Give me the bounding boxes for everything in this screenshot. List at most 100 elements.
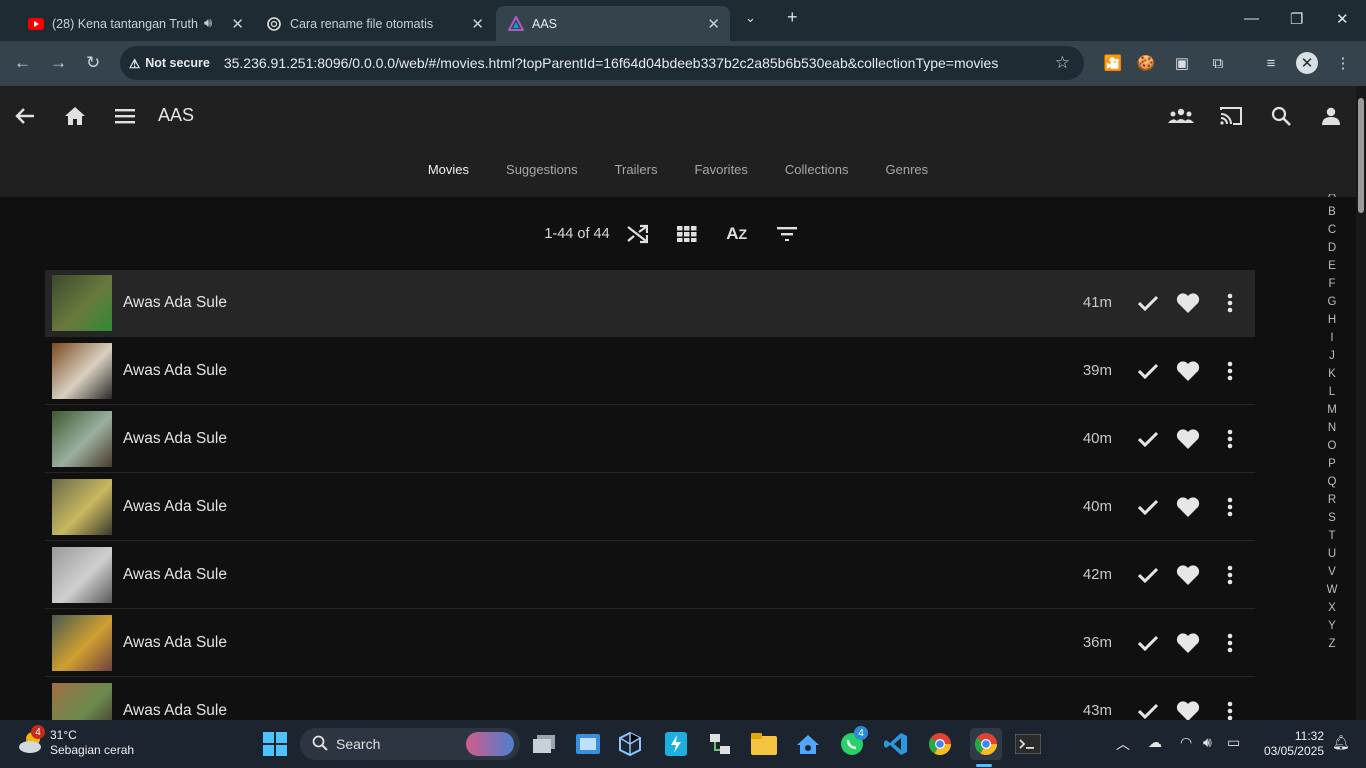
movie-title[interactable]: Awas Ada Sule [123,294,227,312]
task-view-icon[interactable] [530,730,558,758]
alphabet-letter[interactable]: A [1322,194,1342,203]
tab-movies[interactable]: Movies [409,162,487,177]
played-check-icon[interactable] [1135,630,1161,656]
browser-menu-icon[interactable]: ⋮ [1332,52,1354,74]
chrome-icon[interactable] [926,730,954,758]
scrollbar-thumb[interactable] [1358,98,1364,213]
alphabet-letter[interactable]: Q [1322,473,1342,491]
sort-az-icon[interactable]: AZ [724,221,750,247]
tab-search-icon[interactable]: ⌄ [745,10,756,26]
address-bar[interactable]: ⚠ Not secure 35.236.91.251:8096/0.0.0.0/… [120,46,1084,80]
list-item[interactable]: Awas Ada Sule 40m [45,406,1255,473]
alphabet-letter[interactable]: T [1322,527,1342,545]
more-options-icon[interactable] [1217,358,1243,384]
alphabet-letter[interactable]: R [1322,491,1342,509]
alphabet-letter[interactable]: O [1322,437,1342,455]
alphabet-letter[interactable]: Y [1322,617,1342,635]
search-icon[interactable] [1267,102,1295,130]
browser-tab-aas[interactable]: AAS ✕ [496,6,730,41]
grid-view-icon[interactable] [674,221,700,247]
cookie-extension-icon[interactable]: 🍪 [1135,52,1157,74]
network-tool-icon[interactable] [706,730,734,758]
puzzle-extensions-icon[interactable]: ⧉ [1207,52,1229,74]
alphabet-letter[interactable]: U [1322,545,1342,563]
movie-title[interactable]: Awas Ada Sule [123,566,227,584]
home-cloud-icon[interactable] [794,730,822,758]
taskbar-search[interactable]: Search [300,728,520,760]
back-icon[interactable]: ← [14,53,31,73]
home-icon[interactable] [61,102,89,130]
extension-icon[interactable]: ▣ [1171,52,1193,74]
alphabet-letter[interactable]: B [1322,203,1342,221]
file-explorer-icon[interactable] [750,730,778,758]
extension-icon[interactable]: 🎦 [1102,52,1124,74]
movie-thumbnail[interactable] [52,275,112,331]
wifi-icon[interactable]: ◠ [1180,734,1192,751]
vscode-icon[interactable] [882,730,910,758]
list-item[interactable]: Awas Ada Sule 42m [45,542,1255,609]
menu-icon[interactable] [111,102,139,130]
battery-icon[interactable]: ▭ [1227,734,1240,751]
more-options-icon[interactable] [1217,630,1243,656]
movie-title[interactable]: Awas Ada Sule [123,362,227,380]
close-tab-icon[interactable]: ✕ [231,15,244,33]
favorite-heart-icon[interactable] [1175,426,1201,452]
more-options-icon[interactable] [1217,290,1243,316]
clock[interactable]: 11:32 03/05/2025 [1264,729,1324,759]
profile-avatar-icon[interactable]: ✕ [1296,52,1318,74]
list-item[interactable]: Awas Ada Sule 36m [45,610,1255,677]
alphabet-letter[interactable]: W [1322,581,1342,599]
alphabet-letter[interactable]: L [1322,383,1342,401]
alphabet-letter[interactable]: P [1322,455,1342,473]
movie-thumbnail[interactable] [52,615,112,671]
weather-widget[interactable]: 4 31°C Sebagian cerah [18,725,134,758]
shuffle-icon[interactable] [624,221,650,247]
reload-icon[interactable]: ↻ [86,53,100,73]
alphabet-letter[interactable]: H [1322,311,1342,329]
bookmark-star-icon[interactable]: ☆ [1055,53,1070,73]
movie-title[interactable]: Awas Ada Sule [123,634,227,652]
speaker-icon[interactable]: 🔊︎ [204,15,212,31]
snipping-tool-icon[interactable] [574,730,602,758]
media-control-icon[interactable]: ≡ [1260,52,1282,74]
movie-thumbnail[interactable] [52,343,112,399]
alphabet-letter[interactable]: Z [1322,635,1342,653]
movie-title[interactable]: Awas Ada Sule [123,430,227,448]
alphabet-letter[interactable]: J [1322,347,1342,365]
forward-icon[interactable]: → [50,53,67,73]
close-tab-icon[interactable]: ✕ [471,15,484,33]
list-item[interactable]: Awas Ada Sule 41m [45,270,1255,337]
alphabet-letter[interactable]: F [1322,275,1342,293]
cast-icon[interactable] [1217,102,1245,130]
power-automate-icon[interactable] [662,730,690,758]
tab-trailers[interactable]: Trailers [596,162,676,177]
url-text[interactable]: 35.236.91.251:8096/0.0.0.0/web/#/movies.… [224,55,998,71]
restore-icon[interactable]: ❐ [1290,10,1303,28]
onedrive-icon[interactable]: ☁ [1148,734,1162,751]
more-options-icon[interactable] [1217,494,1243,520]
close-window-icon[interactable]: ✕ [1336,10,1349,28]
alphabet-letter[interactable]: N [1322,419,1342,437]
favorite-heart-icon[interactable] [1175,358,1201,384]
favorite-heart-icon[interactable] [1175,562,1201,588]
favorite-heart-icon[interactable] [1175,630,1201,656]
alphabet-letter[interactable]: E [1322,257,1342,275]
tab-favorites[interactable]: Favorites [676,162,766,177]
more-options-icon[interactable] [1217,562,1243,588]
played-check-icon[interactable] [1135,494,1161,520]
alphabet-letter[interactable]: D [1322,239,1342,257]
movie-title[interactable]: Awas Ada Sule [123,498,227,516]
back-arrow-icon[interactable] [11,102,39,130]
close-tab-icon[interactable]: ✕ [707,15,720,33]
movie-title[interactable]: Awas Ada Sule [123,702,227,720]
alphabet-letter[interactable]: X [1322,599,1342,617]
browser-tab-youtube[interactable]: (28) Kena tantangan Truth o 🔊︎ ✕ [16,6,254,41]
chrome-profile-icon[interactable] [970,728,1002,760]
movie-thumbnail[interactable] [52,479,112,535]
user-icon[interactable] [1317,102,1345,130]
alphabet-letter[interactable]: G [1322,293,1342,311]
alphabet-letter[interactable]: V [1322,563,1342,581]
played-check-icon[interactable] [1135,358,1161,384]
favorite-heart-icon[interactable] [1175,494,1201,520]
alphabet-letter[interactable]: C [1322,221,1342,239]
